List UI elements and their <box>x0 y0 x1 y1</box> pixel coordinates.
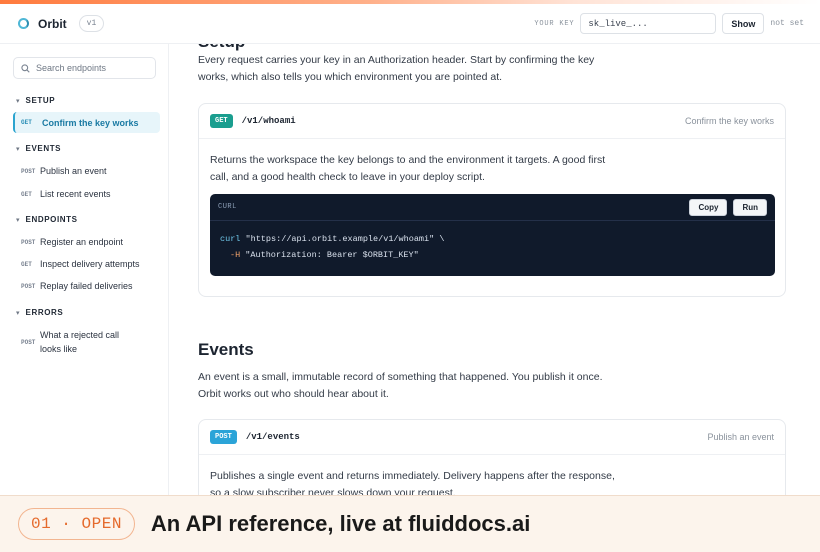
code-language-label: CURL <box>218 203 237 211</box>
section-heading-setup: Setup <box>198 44 245 52</box>
text-line: Publishes a single event and returns imm… <box>210 470 615 482</box>
promo-caption: An API reference, live at fluiddocs.ai <box>150 511 531 536</box>
sidebar-item-confirm-key[interactable]: GET Confirm the key works <box>13 112 160 133</box>
events-intro: An event is a small, immutable record of… <box>198 369 603 403</box>
sidebar-item-replay-deliveries[interactable]: POST Replay failed deliveries <box>13 278 160 294</box>
section-errors[interactable]: ▾ ERRORS <box>16 308 63 317</box>
text-line: Orbit works out who should hear about it… <box>198 388 389 400</box>
chevron-down-icon: ▾ <box>16 309 20 317</box>
code-line: curl "https://api.orbit.example/v1/whoam… <box>220 231 765 247</box>
code-block: CURL Copy Run curl "https://api.orbit.ex… <box>210 194 775 276</box>
endpoint-description: Returns the workspace the key belongs to… <box>210 152 630 186</box>
endpoint-card-events: POST /v1/events Publish an event Publish… <box>198 419 786 495</box>
sidebar-item-register-endpoint[interactable]: POST Register an endpoint <box>13 234 160 250</box>
endpoint-path: /v1/events <box>245 432 300 442</box>
version-badge[interactable]: v1 <box>78 15 105 32</box>
text-line: works, which also tells you which enviro… <box>198 71 503 83</box>
method-tag: GET <box>21 260 32 268</box>
code-command: curl <box>220 234 241 244</box>
sidebar-item-publish-event[interactable]: POST Publish an event <box>13 163 160 179</box>
endpoint-title: Publish an event <box>707 432 774 442</box>
section-heading-events: Events <box>198 340 254 359</box>
search-icon <box>21 63 30 73</box>
brand-name: Orbit <box>38 16 67 31</box>
sidebar-item-label: What a rejected call looks like <box>40 328 119 356</box>
sidebar-item-label: Confirm the key works <box>42 117 139 128</box>
section-title: ERRORS <box>25 308 64 317</box>
step-chip: 01 · OPEN <box>18 508 135 540</box>
endpoint-card-whoami: GET /v1/whoami Confirm the key works Ret… <box>198 103 786 297</box>
text-line: Returns the workspace the key belongs to… <box>210 154 606 166</box>
label-line: looks like <box>40 344 78 354</box>
endpoint-title: Confirm the key works <box>684 116 774 126</box>
sidebar-item-label: Register an endpoint <box>40 237 124 247</box>
sidebar-item-rejected-call[interactable]: POST What a rejected call looks like <box>13 327 160 357</box>
method-badge-post: POST <box>210 430 237 444</box>
code-block-header: CURL Copy Run <box>210 194 775 221</box>
sidebar-item-label: Replay failed deliveries <box>40 281 133 291</box>
api-key-controls: YOUR KEY Show not set <box>534 13 820 34</box>
chevron-down-icon: ▾ <box>16 97 20 105</box>
endpoint-description: Publishes a single event and returns imm… <box>210 468 630 495</box>
section-setup[interactable]: ▾ SETUP <box>16 96 55 105</box>
section-title: ENDPOINTS <box>25 215 78 224</box>
text-line: An event is a small, immutable record of… <box>198 371 603 383</box>
method-tag: POST <box>21 282 36 290</box>
section-events[interactable]: ▾ EVENTS <box>16 144 61 153</box>
method-badge-get: GET <box>210 114 233 128</box>
sidebar-item-list-events[interactable]: GET List recent events <box>13 186 160 202</box>
text-line: call, and a good health check to leave i… <box>210 171 485 183</box>
orbit-logo-icon <box>18 18 29 29</box>
api-key-label: YOUR KEY <box>534 19 575 28</box>
label-line: What a rejected call <box>40 330 120 340</box>
method-tag: GET <box>21 119 32 126</box>
method-tag: POST <box>21 238 36 246</box>
sidebar-item-inspect-delivery[interactable]: GET Inspect delivery attempts <box>13 256 160 272</box>
setup-intro: Every request carries your key in an Aut… <box>198 52 594 86</box>
main-content: Setup Every request carries your key in … <box>170 44 820 495</box>
method-tag: GET <box>21 190 32 198</box>
search-input[interactable]: Search endpoints <box>13 57 156 79</box>
run-button[interactable]: Run <box>733 198 767 216</box>
api-key-input[interactable] <box>580 13 717 34</box>
code-text: "https://api.orbit.example/v1/whoami" \ <box>240 234 445 244</box>
sidebar-item-label: Publish an event <box>40 166 107 176</box>
show-key-button[interactable]: Show <box>722 13 765 34</box>
copy-button[interactable]: Copy <box>689 198 728 216</box>
code-content: curl "https://api.orbit.example/v1/whoam… <box>210 221 775 273</box>
code-line: -H "Authorization: Bearer $ORBIT_KEY" <box>220 247 765 263</box>
text-line: Every request carries your key in an Aut… <box>198 54 595 66</box>
text-line: so a slow subscriber never slows down yo… <box>210 487 456 495</box>
sidebar-item-label: List recent events <box>40 189 111 199</box>
promo-footer: 01 · OPEN An API reference, live at flui… <box>0 495 820 552</box>
chevron-down-icon: ▾ <box>16 145 20 153</box>
code-flag: -H <box>230 250 241 260</box>
code-text: "Authorization: Bearer $ORBIT_KEY" <box>240 250 419 260</box>
endpoint-path: /v1/whoami <box>241 116 296 126</box>
top-bar: Orbit v1 YOUR KEY Show not set <box>0 4 820 44</box>
section-title: EVENTS <box>25 144 62 153</box>
section-endpoints[interactable]: ▾ ENDPOINTS <box>16 215 78 224</box>
sidebar: Search endpoints ▾ SETUP GET Confirm the… <box>0 44 169 495</box>
key-status: not set <box>770 19 804 28</box>
method-tag: POST <box>21 167 36 175</box>
brand[interactable]: Orbit v1 <box>0 15 169 32</box>
search-placeholder: Search endpoints <box>36 63 107 73</box>
method-tag: POST <box>21 338 36 346</box>
card-header[interactable]: POST /v1/events Publish an event <box>199 420 785 455</box>
sidebar-item-label: Inspect delivery attempts <box>40 259 140 269</box>
chevron-down-icon: ▾ <box>16 216 20 224</box>
card-header[interactable]: GET /v1/whoami Confirm the key works <box>199 104 785 139</box>
section-title: SETUP <box>25 96 56 105</box>
